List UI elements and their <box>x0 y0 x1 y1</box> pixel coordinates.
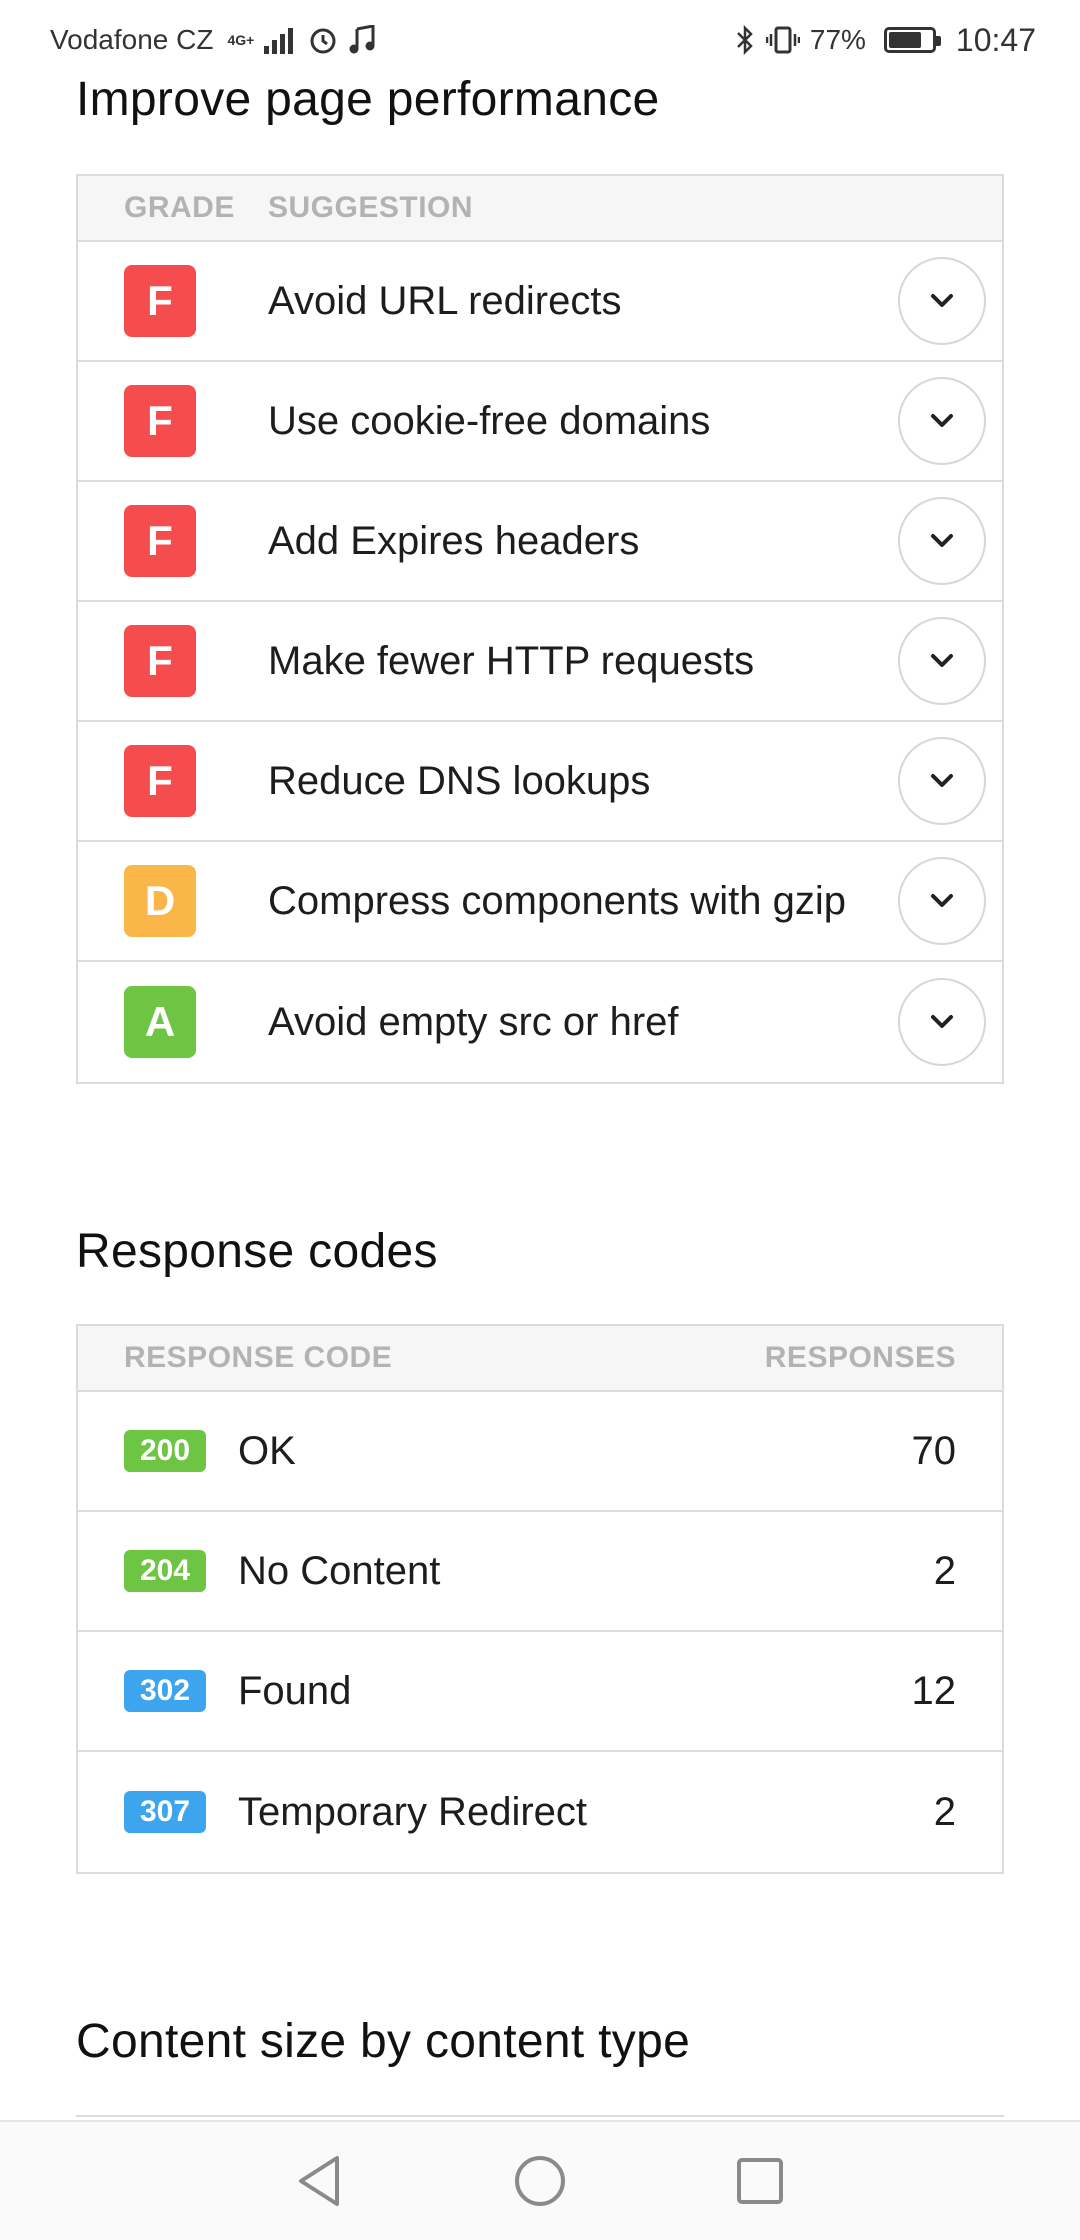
expand-button[interactable] <box>898 497 986 585</box>
status-code-label: Temporary Redirect <box>238 1789 588 1834</box>
status-code-label: Found <box>238 1668 352 1713</box>
expand-button[interactable] <box>898 257 986 345</box>
suggestion-row[interactable]: A Avoid empty src or href <box>78 962 1002 1082</box>
column-header-responses: RESPONSES <box>764 1341 956 1374</box>
grade-badge: F <box>124 265 196 337</box>
chevron-down-icon <box>929 532 955 550</box>
back-triangle-icon <box>299 2156 339 2206</box>
status-code-badge: 302 <box>124 1670 206 1712</box>
signal-icon <box>264 26 298 54</box>
status-code-label: OK <box>238 1428 296 1473</box>
suggestion-text: Make fewer HTTP requests <box>268 638 755 683</box>
clock-time: 10:47 <box>955 21 1036 58</box>
suggestion-row[interactable]: F Reduce DNS lookups <box>78 722 1002 842</box>
response-count: 2 <box>933 1548 956 1593</box>
system-navigation-bar <box>0 2120 1080 2240</box>
grade-badge: D <box>124 865 196 937</box>
column-header-grade: GRADE <box>124 191 235 224</box>
suggestion-text: Compress components with gzip <box>268 878 847 923</box>
column-header-suggestion: SUGGESTION <box>268 191 474 224</box>
suggestion-text: Avoid URL redirects <box>268 278 622 323</box>
grade-badge: F <box>124 625 196 697</box>
suggestions-table-header: GRADE SUGGESTION <box>78 176 1002 242</box>
grade-badge: A <box>124 986 196 1058</box>
suggestion-row[interactable]: F Make fewer HTTP requests <box>78 602 1002 722</box>
response-code-row: 204 No Content 2 <box>78 1512 1002 1632</box>
alarm-icon <box>308 25 338 55</box>
chevron-down-icon <box>929 1013 955 1031</box>
status-bar: Vodafone CZ 4G+ 77% 10:47 <box>0 0 1080 80</box>
expand-button[interactable] <box>898 737 986 825</box>
chevron-down-icon <box>929 892 955 910</box>
chevron-down-icon <box>929 292 955 310</box>
carrier-name: Vodafone CZ <box>50 24 214 55</box>
response-code-row: 307 Temporary Redirect 2 <box>78 1752 1002 1872</box>
response-codes-table-header: RESPONSE CODE RESPONSES <box>78 1326 1002 1392</box>
response-code-row: 200 OK 70 <box>78 1392 1002 1512</box>
suggestion-row[interactable]: F Add Expires headers <box>78 482 1002 602</box>
response-count: 70 <box>911 1428 957 1473</box>
response-codes-table: RESPONSE CODE RESPONSES 200 OK 70 204 No Con… <box>76 1324 1004 1874</box>
status-code-badge: 200 <box>124 1430 206 1472</box>
battery-icon <box>883 27 941 53</box>
status-code-badge: 307 <box>124 1791 206 1833</box>
performance-title: Improve page performance <box>76 73 660 126</box>
suggestion-text: Add Expires headers <box>268 518 640 563</box>
expand-button[interactable] <box>898 377 986 465</box>
response-code-row: 302 Found 12 <box>78 1632 1002 1752</box>
response-count: 12 <box>911 1668 957 1713</box>
expand-button[interactable] <box>898 857 986 945</box>
status-code-label: No Content <box>238 1548 441 1593</box>
response-codes-title: Response codes <box>76 1225 438 1278</box>
suggestion-text: Reduce DNS lookups <box>268 758 651 803</box>
network-type: 4G+ <box>227 32 255 48</box>
home-circle-icon <box>515 2156 565 2206</box>
grade-badge: F <box>124 745 196 817</box>
content-size-table-top-border <box>76 2115 1004 2117</box>
status-code-badge: 204 <box>124 1550 206 1592</box>
grade-badge: F <box>124 505 196 577</box>
suggestion-row[interactable]: D Compress components with gzip <box>78 842 1002 962</box>
music-note-icon <box>348 25 376 55</box>
suggestion-text: Use cookie-free domains <box>268 398 711 443</box>
expand-button[interactable] <box>898 617 986 705</box>
expand-button[interactable] <box>898 978 986 1066</box>
back-button[interactable] <box>285 2146 355 2216</box>
suggestion-row[interactable]: F Use cookie-free domains <box>78 362 1002 482</box>
suggestion-text: Avoid empty src or href <box>268 999 679 1044</box>
chevron-down-icon <box>929 772 955 790</box>
content-size-title: Content size by content type <box>76 2015 691 2068</box>
chevron-down-icon <box>929 652 955 670</box>
recents-square-icon <box>737 2158 783 2204</box>
recents-button[interactable] <box>725 2146 795 2216</box>
column-header-response-code: RESPONSE CODE <box>124 1341 393 1374</box>
suggestions-table: GRADE SUGGESTION F Avoid URL redirects F Us… <box>76 174 1004 1084</box>
vibrate-icon <box>765 25 800 55</box>
response-count: 2 <box>933 1789 956 1834</box>
home-button[interactable] <box>505 2146 575 2216</box>
suggestion-row[interactable]: F Avoid URL redirects <box>78 242 1002 362</box>
battery-percent: 77% <box>809 24 866 55</box>
grade-badge: F <box>124 385 196 457</box>
chevron-down-icon <box>929 412 955 430</box>
bluetooth-icon <box>734 25 756 55</box>
